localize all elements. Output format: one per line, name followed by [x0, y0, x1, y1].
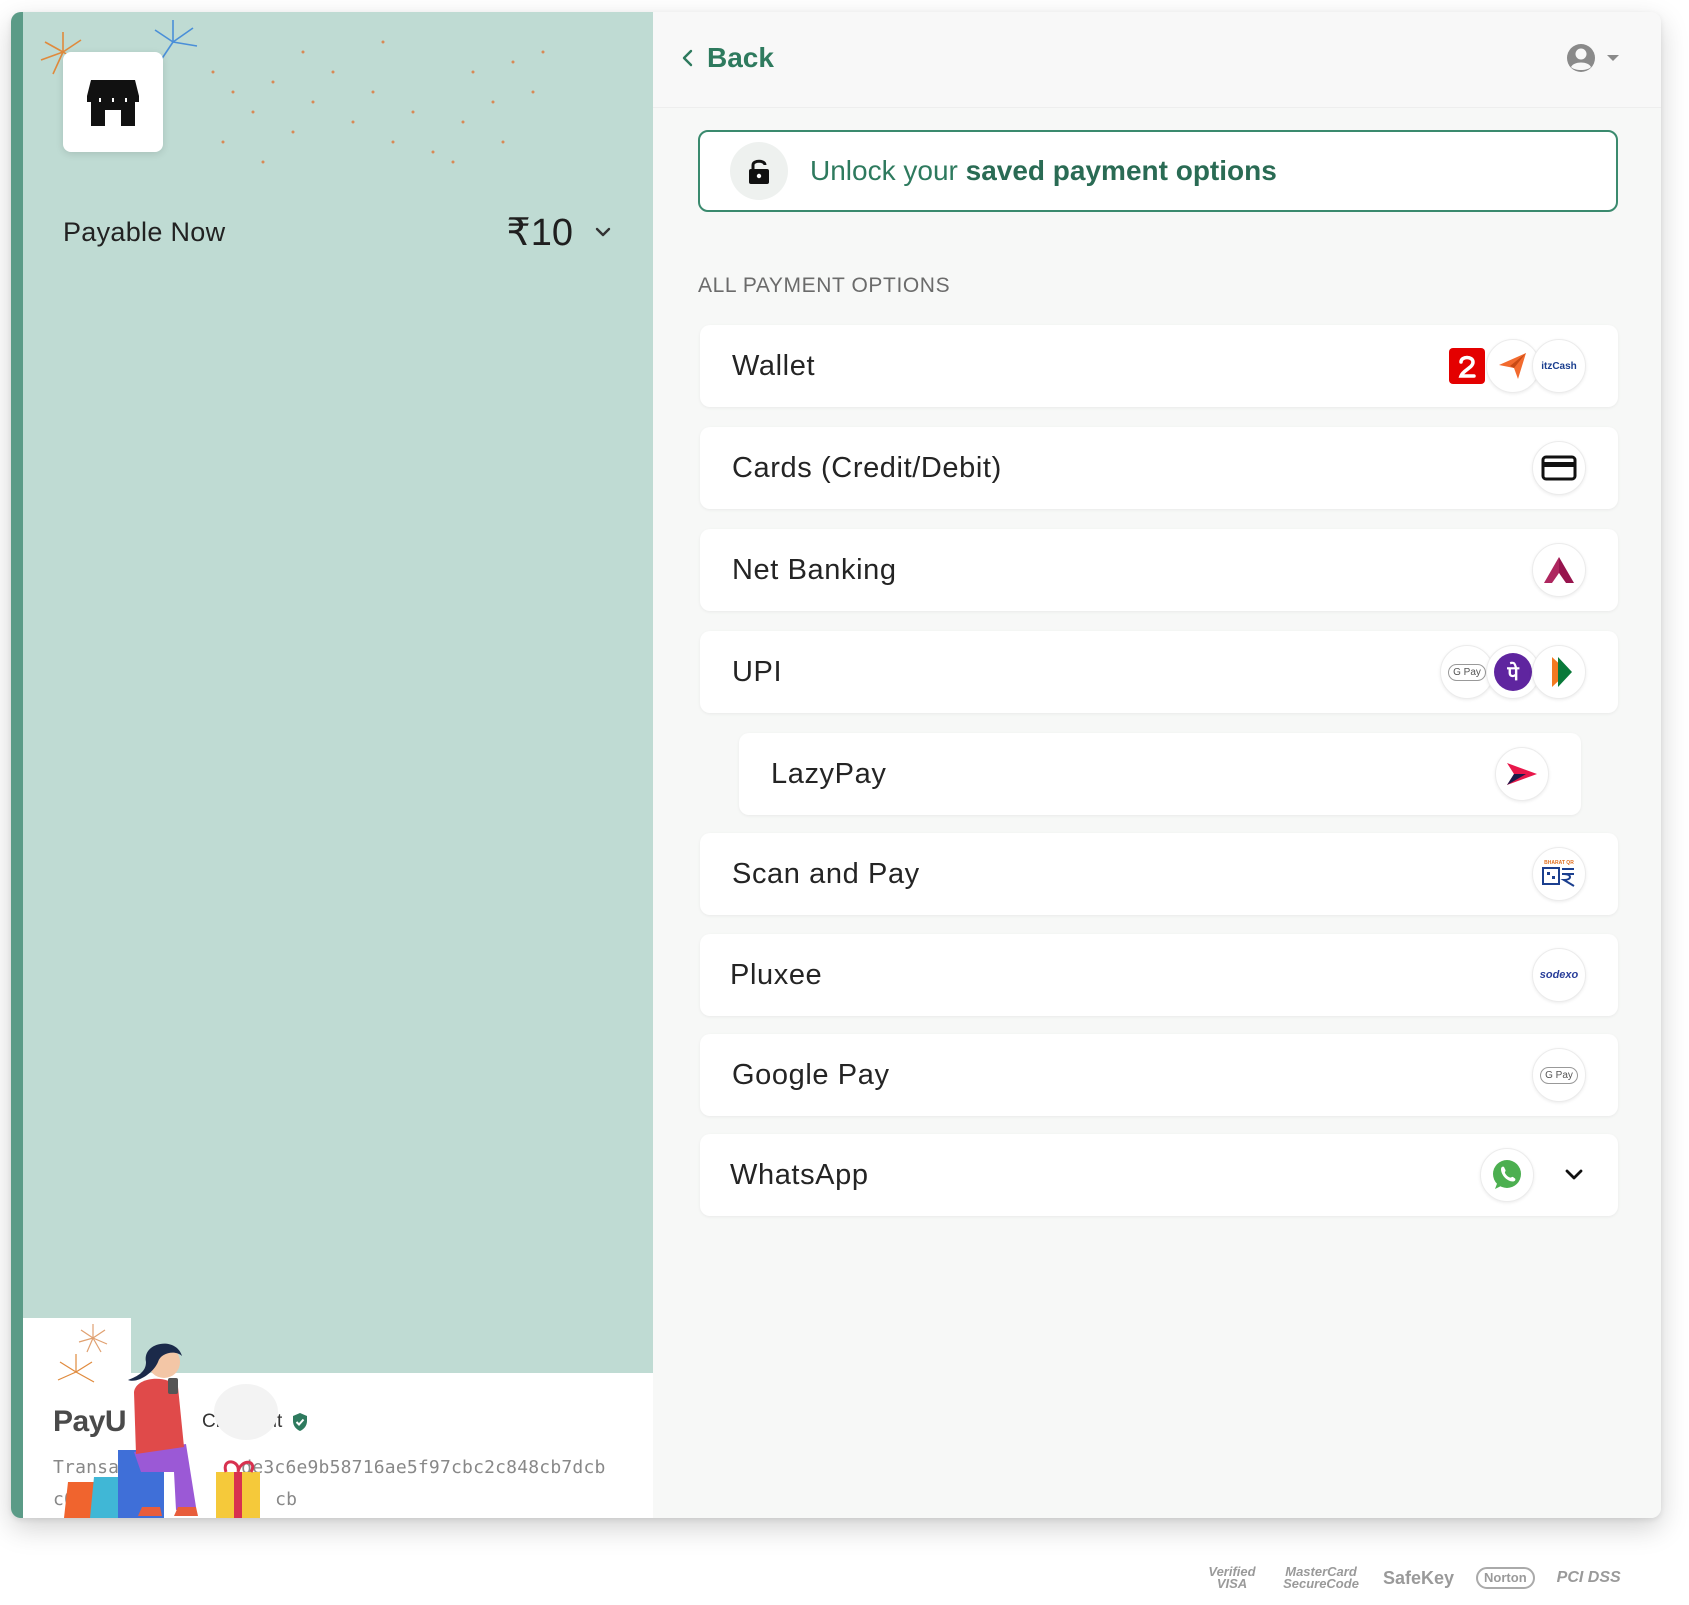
option-label: Wallet	[732, 349, 816, 382]
trust-badges: Verified VISA MasterCard SecureCode Safe…	[1205, 1564, 1621, 1591]
payment-option-wallet[interactable]: Wallet itzCash	[700, 325, 1618, 407]
payment-option-pluxee[interactable]: Pluxee sodexo	[700, 934, 1618, 1016]
store-icon	[87, 80, 139, 126]
lazypay-icon	[1495, 747, 1549, 801]
payment-option-google-pay[interactable]: Google Pay G Pay	[700, 1034, 1618, 1116]
lock-icon-container	[730, 142, 788, 200]
whatsapp-icon	[1480, 1148, 1534, 1202]
txn-prefix: Transact	[53, 1457, 142, 1478]
option-icons: G Pay	[1532, 1048, 1586, 1102]
txn-prefix-2: c0	[53, 1489, 76, 1510]
caret-down-icon	[1607, 55, 1619, 61]
axis-bank-icon	[1532, 543, 1586, 597]
itzcash-text: itzCash	[1541, 360, 1577, 372]
chevron-down-icon[interactable]	[1562, 1163, 1586, 1187]
firework-icon	[78, 1324, 108, 1353]
norton-badge: Norton	[1476, 1567, 1535, 1589]
footer-tab	[23, 1318, 131, 1373]
pci-dss-badge: PCI DSS	[1556, 1569, 1621, 1586]
chevron-down-icon[interactable]	[591, 220, 615, 244]
option-label: Pluxee	[730, 958, 823, 991]
checkout-window: Payable Now ₹10 PayU Checkout Transact d…	[11, 12, 1661, 1518]
gpay-text: G Pay	[1448, 663, 1486, 681]
bhim-icon	[1532, 645, 1586, 699]
option-icons	[1480, 1148, 1586, 1202]
mastercard-securecode-badge: MasterCard SecureCode	[1283, 1564, 1359, 1591]
top-bar: Back	[653, 12, 1661, 108]
txn-suffix-2: cb	[275, 1489, 298, 1510]
transaction-id-line-1: Transact de3c6e9b58716ae5f97cbc2c848cb7dc…	[53, 1457, 606, 1478]
gpay-text: G Pay	[1540, 1066, 1578, 1084]
option-label: Scan and Pay	[732, 857, 920, 890]
payment-option-whatsapp[interactable]: WhatsApp	[700, 1134, 1618, 1216]
back-button[interactable]: Back	[681, 42, 774, 74]
option-icons	[1532, 441, 1586, 495]
option-icons	[1532, 543, 1586, 597]
sodexo-icon: sodexo	[1532, 948, 1586, 1002]
txn-suffix: de3c6e9b58716ae5f97cbc2c848cb7dcb	[241, 1457, 606, 1478]
payment-option-upi[interactable]: UPI G Pay पे	[700, 631, 1618, 713]
back-label: Back	[707, 42, 774, 73]
user-avatar-icon	[1567, 44, 1595, 72]
payable-now-row: Payable Now ₹10	[63, 207, 615, 257]
unlock-text-bold: saved payment options	[965, 155, 1277, 186]
panel-stripe	[11, 12, 23, 1518]
option-icons: itzCash	[1440, 339, 1586, 393]
option-label: WhatsApp	[730, 1158, 869, 1191]
brand-row: PayU Checkout	[53, 1405, 310, 1439]
option-label: UPI	[732, 655, 783, 688]
option-icons	[1495, 747, 1549, 801]
unlock-icon	[749, 159, 769, 184]
verified-by-visa-badge: Verified VISA	[1208, 1564, 1256, 1591]
unlock-text: Unlock your saved payment options	[810, 155, 1277, 187]
option-icons: G Pay पे	[1440, 645, 1586, 699]
itzcash-icon: itzCash	[1532, 339, 1586, 393]
payment-option-lazypay[interactable]: LazyPay	[739, 733, 1581, 815]
payment-options-panel: Back Unlock your saved payment options A…	[653, 12, 1661, 1518]
checkout-brand-text: Checkout	[202, 1411, 283, 1432]
gpay-icon: G Pay	[1532, 1048, 1586, 1102]
payment-option-scan-and-pay[interactable]: Scan and Pay BHARAT QR	[700, 833, 1618, 915]
option-icons: sodexo	[1532, 948, 1586, 1002]
payu-logo: PayU	[53, 1405, 127, 1438]
verified-shield-icon	[293, 1413, 308, 1431]
bharat-qr-icon: BHARAT QR	[1532, 847, 1586, 901]
chevron-left-icon	[682, 49, 693, 67]
option-label: Net Banking	[732, 553, 897, 586]
profile-menu[interactable]	[1565, 42, 1621, 74]
option-label: Cards (Credit/Debit)	[732, 451, 1002, 484]
payable-amount: ₹10	[506, 211, 573, 254]
unlock-text-prefix: Unlock your	[810, 155, 966, 186]
sodexo-text: sodexo	[1539, 969, 1579, 981]
section-title: ALL PAYMENT OPTIONS	[698, 274, 951, 297]
payable-now-label: Payable Now	[63, 216, 226, 247]
brand-footer: PayU Checkout Transact de3c6e9b58716ae5f9…	[23, 1373, 653, 1518]
unlock-saved-options-button[interactable]: Unlock your saved payment options	[698, 130, 1618, 212]
option-icons: BHARAT QR	[1532, 847, 1586, 901]
phonepe-text: पे	[1507, 662, 1519, 685]
order-summary-panel: Payable Now ₹10 PayU Checkout Transact d…	[11, 12, 653, 1518]
option-label: LazyPay	[771, 757, 887, 790]
merchant-logo	[63, 52, 163, 152]
safekey-badge: SafeKey	[1383, 1568, 1455, 1588]
credit-card-icon	[1532, 441, 1586, 495]
option-label: Google Pay	[732, 1058, 890, 1091]
payment-option-cards[interactable]: Cards (Credit/Debit)	[700, 427, 1618, 509]
payment-option-net-banking[interactable]: Net Banking	[700, 529, 1618, 611]
transaction-id-line-2: c0 cb	[53, 1489, 297, 1510]
